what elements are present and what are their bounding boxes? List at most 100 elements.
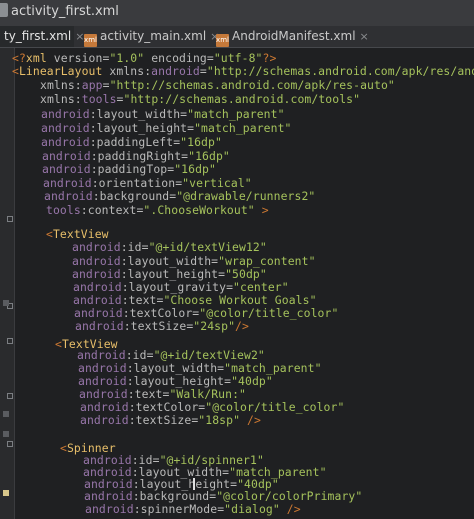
code-token: "wrap_content" bbox=[218, 254, 316, 268]
code-token: "http://schemas.android.com/apk/res-auto… bbox=[109, 78, 395, 92]
code-line: android:paddingLeft="16dp" bbox=[41, 136, 222, 149]
code-token: :id= bbox=[125, 348, 154, 362]
code-token: "@drawable/runners2" bbox=[176, 189, 316, 203]
code-line: android:paddingTop="16dp" bbox=[42, 163, 216, 176]
tab-android-manifest[interactable]: xml AndroidManifest.xml × bbox=[212, 26, 369, 47]
code-token: "vertical" bbox=[182, 176, 252, 190]
code-token: android bbox=[43, 176, 92, 190]
code-token: :paddingLeft= bbox=[89, 135, 181, 149]
code-token: "match_parent" bbox=[187, 107, 285, 121]
code-token: android bbox=[79, 387, 128, 401]
code-token: /> bbox=[279, 502, 301, 516]
code-token: android bbox=[78, 361, 127, 375]
code-token: /> bbox=[240, 413, 261, 427]
code-token: "@+id/textView12" bbox=[148, 240, 267, 254]
code-token: android bbox=[73, 293, 122, 307]
code-token: "@color/colorPrimary" bbox=[216, 489, 363, 503]
code-token: :textSize= bbox=[128, 413, 199, 427]
code-token: android bbox=[151, 64, 200, 78]
code-token: tools bbox=[46, 203, 81, 217]
tab-label: AndroidManifest.xml bbox=[232, 29, 356, 43]
code-token: android bbox=[78, 374, 127, 388]
code-token: "@color/title_color" bbox=[205, 400, 345, 414]
code-token: xml bbox=[25, 51, 54, 65]
code-token: android bbox=[84, 489, 133, 503]
code-token: "24sp" bbox=[193, 319, 236, 333]
code-token: TextView bbox=[52, 227, 109, 241]
code-token: :background= bbox=[132, 489, 217, 503]
code-line: xmlns:tools="http://schemas.android.com/… bbox=[40, 93, 360, 106]
code-token: ?> bbox=[262, 51, 277, 65]
code-token: android bbox=[44, 189, 93, 203]
code-token: "50dp" bbox=[225, 267, 267, 281]
code-token: android bbox=[72, 254, 121, 268]
code-token: :id= bbox=[120, 240, 149, 254]
text-cursor bbox=[193, 478, 195, 490]
file-icon bbox=[0, 3, 8, 17]
tab-label: ty_first.xml bbox=[4, 29, 72, 43]
code-token: :spinnerMode= bbox=[133, 502, 225, 516]
code-token: = bbox=[199, 64, 207, 78]
code-token: <? bbox=[12, 51, 26, 65]
close-icon[interactable]: × bbox=[360, 30, 369, 43]
code-token: encoding= bbox=[144, 51, 214, 65]
code-line: <LinearLayout xmlns:android="http://sche… bbox=[12, 65, 474, 78]
code-token: app bbox=[81, 78, 103, 92]
window-title-bar: activity_first.xml bbox=[0, 0, 474, 26]
code-token: "16dp" bbox=[174, 162, 216, 176]
code-token: :layout_height= bbox=[126, 374, 232, 388]
tab-activity-first[interactable]: ty_first.xml × bbox=[0, 26, 84, 47]
code-token: android bbox=[41, 121, 90, 135]
code-token: :orientation= bbox=[91, 176, 183, 190]
code-token: xmlns: bbox=[40, 92, 82, 106]
code-token: android bbox=[77, 348, 126, 362]
code-token: = bbox=[102, 78, 110, 92]
code-token: :layout_width= bbox=[120, 254, 219, 268]
code-token: tools bbox=[81, 92, 117, 106]
code-token: android bbox=[41, 107, 90, 121]
window-title: activity_first.xml bbox=[11, 4, 119, 19]
code-token: :text= bbox=[121, 293, 164, 307]
code-token: android bbox=[72, 267, 121, 281]
code-token: version= bbox=[53, 51, 110, 65]
code-token: xmlns: bbox=[40, 78, 82, 92]
code-token: android bbox=[72, 240, 121, 254]
code-token: :layout_width= bbox=[89, 107, 188, 121]
code-line: android:textSize="24sp"/> bbox=[75, 320, 249, 333]
code-token: android bbox=[42, 162, 91, 176]
code-line: android:layout_width="match_parent" bbox=[41, 108, 285, 121]
code-token: :textColor= bbox=[128, 400, 206, 414]
code-line: android:background="@drawable/runners2" bbox=[44, 190, 315, 203]
code-token: :layout_gravity= bbox=[121, 280, 234, 294]
code-token: android bbox=[73, 280, 122, 294]
code-token: ".ChooseWorkout" bbox=[143, 203, 255, 217]
code-token: "Walk/Run:" bbox=[169, 387, 247, 401]
code-token: "match_parent" bbox=[224, 361, 322, 375]
code-line: android:textSize="18sp" /> bbox=[80, 414, 261, 427]
code-editor[interactable]: <?xml version="1.0" encoding="utf-8"?> <… bbox=[0, 48, 474, 519]
code-token: = bbox=[116, 92, 124, 106]
code-token: "dialog" bbox=[224, 502, 280, 516]
code-token: :context= bbox=[80, 203, 144, 217]
code-token: android bbox=[80, 413, 129, 427]
manifest-file-icon: xml bbox=[216, 34, 229, 47]
code-line: tools:context=".ChooseWorkout" > bbox=[46, 204, 269, 217]
code-token: android bbox=[80, 400, 129, 414]
tab-activity-main[interactable]: xml activity_main.xml × bbox=[80, 26, 219, 47]
code-token: "Choose Workout Goals" bbox=[163, 293, 317, 307]
code-token: < bbox=[46, 227, 53, 241]
code-token: "match_parent" bbox=[194, 121, 292, 135]
code-token: < bbox=[55, 337, 62, 351]
code-token: "@+id/textView2" bbox=[153, 348, 265, 362]
code-token: :textSize= bbox=[123, 319, 194, 333]
code-line: android:id="@+id/textView12" bbox=[72, 241, 267, 254]
code-line: android:spinnerMode="dialog" /> bbox=[85, 503, 301, 516]
code-token: "16dp" bbox=[180, 135, 222, 149]
code-token: :layout_width= bbox=[126, 361, 225, 375]
code-token: "40dp" bbox=[231, 374, 273, 388]
code-token: "1.0" bbox=[109, 51, 145, 65]
code-token: "center" bbox=[233, 280, 289, 294]
code-token: "utf-8" bbox=[213, 51, 263, 65]
code-line: android:layout_height="match_parent" bbox=[41, 122, 292, 135]
code-token: :text= bbox=[127, 387, 170, 401]
